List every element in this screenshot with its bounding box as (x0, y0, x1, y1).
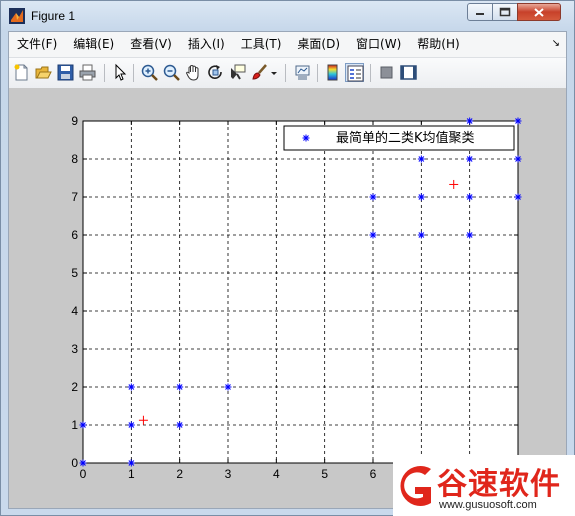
x-tick-label: 6 (370, 467, 377, 481)
y-tick-label: 0 (71, 456, 78, 470)
data-cursor-icon[interactable] (228, 63, 247, 82)
data-point (176, 421, 184, 429)
menu-file[interactable]: 文件(F) (9, 32, 65, 57)
data-point (369, 231, 377, 239)
x-tick-label: 1 (128, 467, 135, 481)
insert-legend-icon[interactable] (345, 63, 364, 82)
menu-edit[interactable]: 编辑(E) (65, 32, 122, 57)
menu-help[interactable]: 帮助(H) (409, 32, 467, 57)
data-point (127, 421, 135, 429)
rotate-3d-icon[interactable] (206, 63, 225, 82)
data-point (466, 117, 474, 125)
data-point (176, 383, 184, 391)
figure-canvas[interactable]: 01234567890123456789最简单的二类K均值聚类 (9, 88, 566, 508)
data-point (224, 383, 232, 391)
maximize-button[interactable] (492, 3, 518, 21)
data-point (466, 193, 474, 201)
minimize-button[interactable] (467, 3, 493, 21)
data-point (79, 459, 87, 467)
y-tick-label: 7 (71, 190, 78, 204)
figure-window: Figure 1 文件(F) 编辑(E) 查看(V) 插入(I) 工具(T) 桌… (0, 0, 575, 516)
x-tick-label: 4 (273, 467, 280, 481)
data-point (417, 193, 425, 201)
edit-plot-icon[interactable] (110, 63, 129, 82)
x-tick-label: 0 (80, 467, 87, 481)
brush-icon[interactable] (250, 63, 269, 82)
data-point (369, 193, 377, 201)
figure-client-area: 文件(F) 编辑(E) 查看(V) 插入(I) 工具(T) 桌面(D) 窗口(W… (8, 31, 567, 509)
x-tick-label: 3 (225, 467, 232, 481)
toolbar-separator (370, 64, 371, 82)
toolbar-separator (104, 64, 105, 82)
data-point (466, 231, 474, 239)
menu-window[interactable]: 窗口(W) (348, 32, 409, 57)
brush-dropdown-icon[interactable] (270, 63, 279, 82)
data-point (79, 421, 87, 429)
menu-view[interactable]: 查看(V) (122, 32, 180, 57)
watermark-brand: 谷速软件 (437, 467, 561, 502)
menu-insert[interactable]: 插入(I) (180, 32, 233, 57)
zoom-in-icon[interactable] (140, 63, 159, 82)
pan-icon[interactable] (184, 63, 203, 82)
axes-background (83, 121, 518, 463)
data-point (417, 231, 425, 239)
title-bar[interactable]: Figure 1 (1, 1, 574, 31)
data-point (127, 383, 135, 391)
toolbar-separator (133, 64, 134, 82)
y-tick-label: 4 (71, 304, 78, 318)
figure-toolbar (9, 57, 566, 89)
toolbar-separator (285, 64, 286, 82)
matlab-logo-icon (9, 8, 25, 24)
close-button[interactable] (517, 3, 561, 21)
insert-colorbar-icon[interactable] (323, 63, 342, 82)
window-title: Figure 1 (31, 9, 76, 23)
watermark-url: www.gusuosoft.com (439, 499, 537, 511)
y-tick-label: 6 (71, 228, 78, 242)
y-tick-label: 8 (71, 152, 78, 166)
link-plot-icon[interactable] (293, 63, 312, 82)
open-file-icon[interactable] (34, 63, 53, 82)
close-icon (534, 7, 544, 17)
data-point (514, 193, 522, 201)
y-tick-label: 9 (71, 114, 78, 128)
maximize-icon (499, 7, 511, 17)
minimize-icon (476, 13, 484, 15)
hide-plot-tools-icon[interactable] (377, 63, 396, 82)
menu-tools[interactable]: 工具(T) (233, 32, 290, 57)
watermark: 谷速软件 www.gusuosoft.com (393, 455, 575, 516)
print-figure-icon[interactable] (78, 63, 97, 82)
y-tick-label: 5 (71, 266, 78, 280)
data-point (127, 459, 135, 467)
data-point (514, 155, 522, 163)
y-tick-label: 2 (71, 380, 78, 394)
menubar-dock-arrow-icon[interactable]: ↘ (552, 38, 560, 49)
x-tick-label: 5 (321, 467, 328, 481)
scatter-plot-axes[interactable]: 01234567890123456789最简单的二类K均值聚类 (9, 88, 566, 508)
toolbar-separator (317, 64, 318, 82)
zoom-out-icon[interactable] (162, 63, 181, 82)
save-figure-icon[interactable] (56, 63, 75, 82)
menu-desktop[interactable]: 桌面(D) (289, 32, 348, 57)
legend-marker (302, 134, 310, 142)
data-point (514, 117, 522, 125)
data-point (417, 155, 425, 163)
y-tick-label: 1 (71, 418, 78, 432)
new-figure-icon[interactable] (12, 63, 31, 82)
legend-label: 最简单的二类K均值聚类 (336, 130, 475, 146)
y-tick-label: 3 (71, 342, 78, 356)
gusuosoft-logo-icon (400, 466, 431, 506)
data-point (466, 155, 474, 163)
x-tick-label: 2 (176, 467, 183, 481)
menu-bar: 文件(F) 编辑(E) 查看(V) 插入(I) 工具(T) 桌面(D) 窗口(W… (9, 32, 566, 57)
show-plot-tools-icon[interactable] (399, 63, 418, 82)
